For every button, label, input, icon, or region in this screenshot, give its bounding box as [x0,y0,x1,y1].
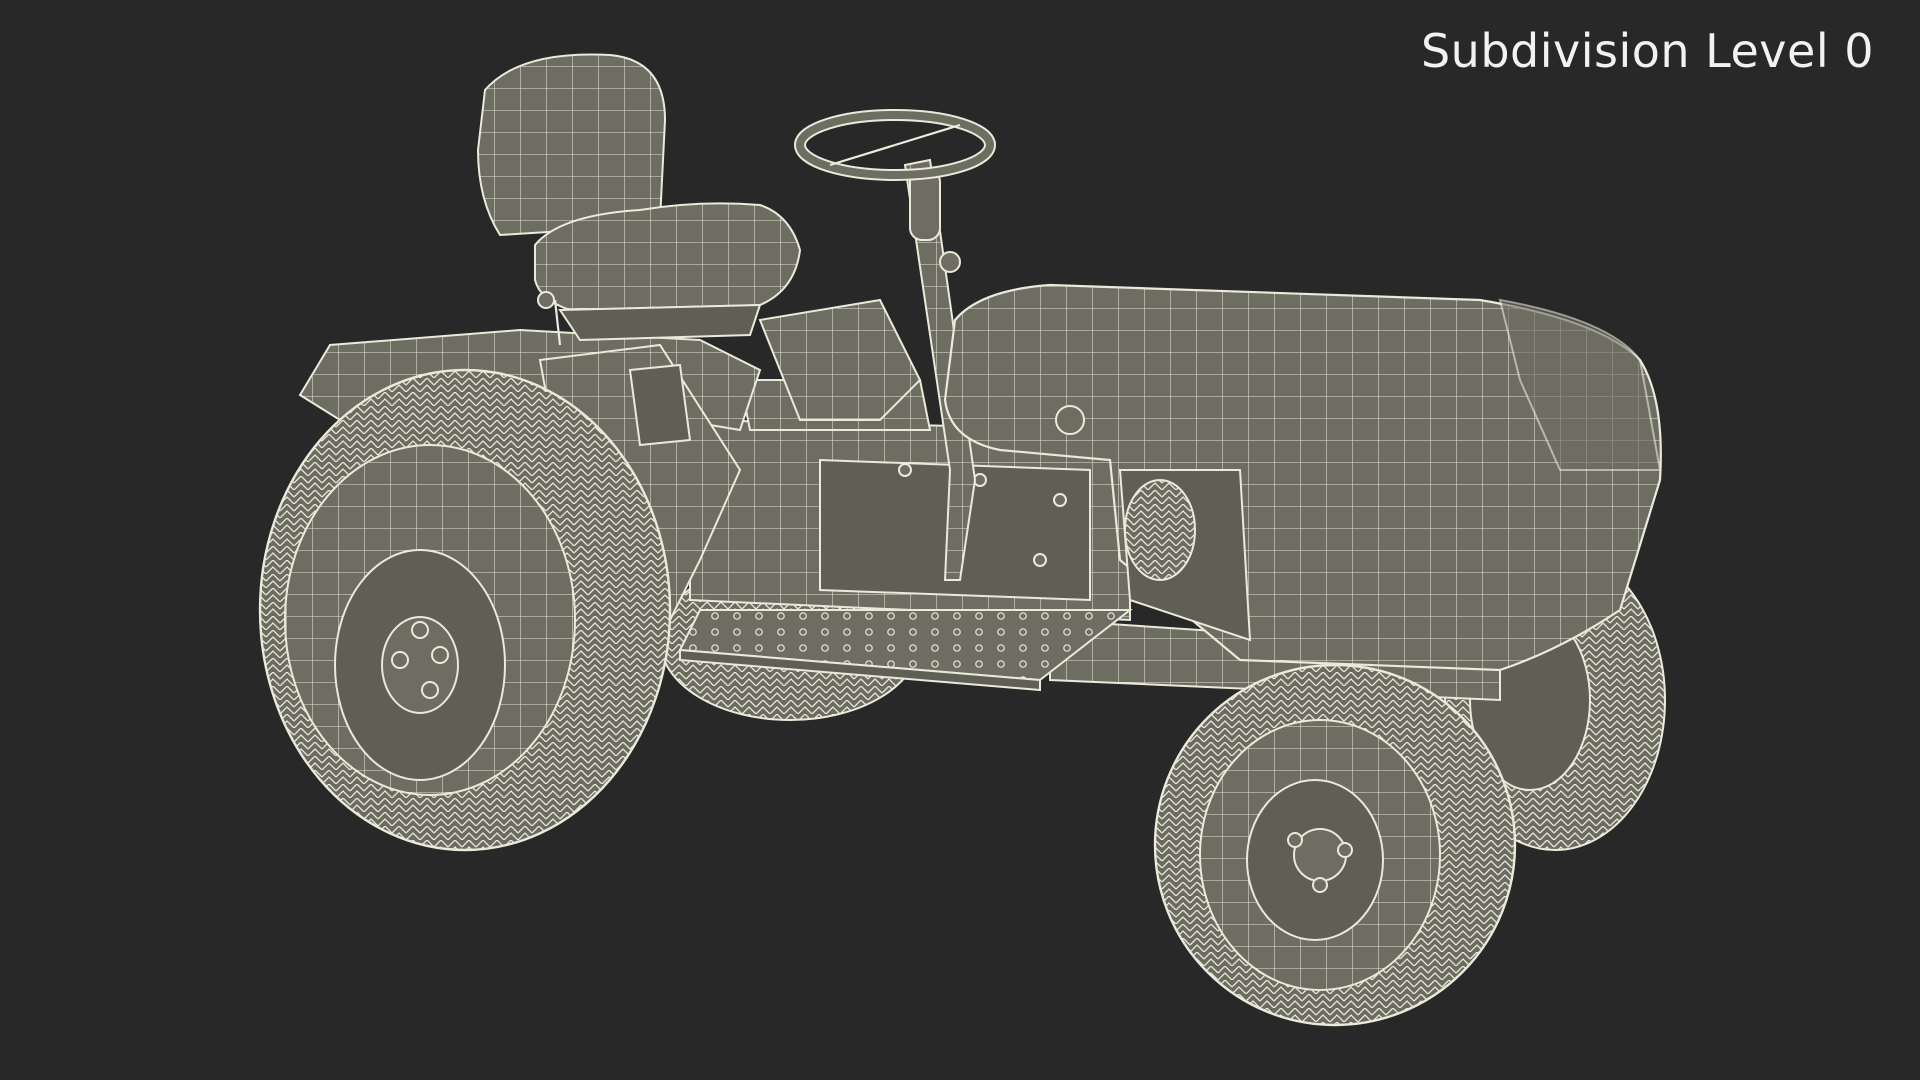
seat [476,53,802,346]
front-near-wheel [1153,663,1517,1027]
subdivision-level-label: Subdivision Level 0 [1420,24,1874,78]
3d-viewport[interactable]: Subdivision Level 0 [0,0,1920,1080]
rear-near-wheel [258,368,672,852]
tractor-wireframe-render [258,53,1666,1027]
